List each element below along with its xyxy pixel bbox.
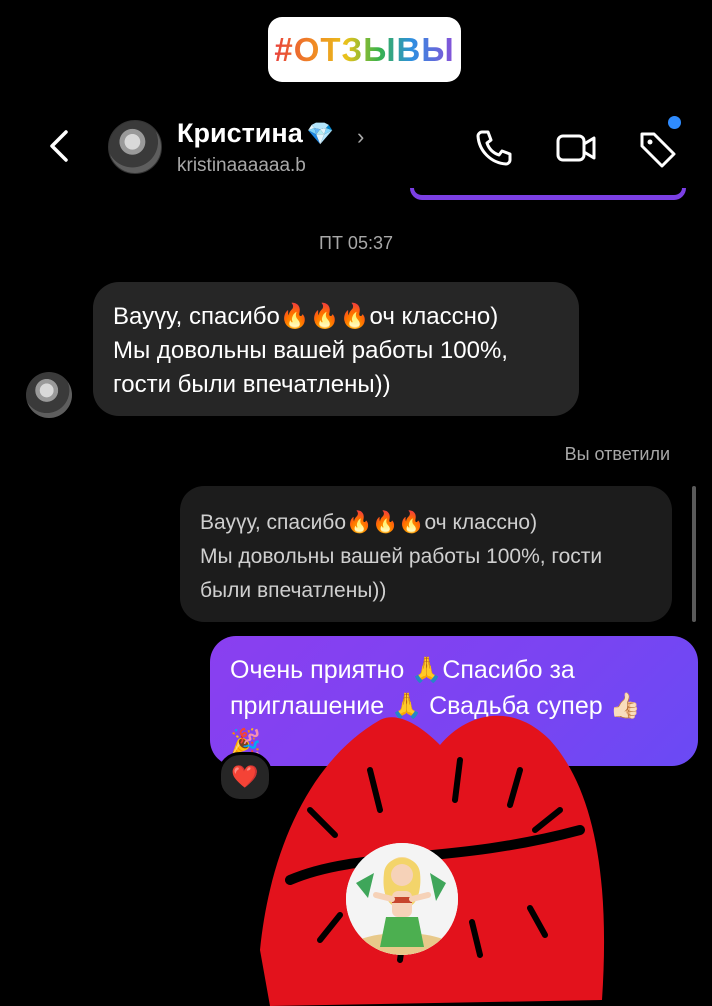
sender-avatar[interactable] xyxy=(26,372,72,418)
contact-username: kristinaaaaaa.b xyxy=(177,155,306,176)
message-text: Вауүу, спасибо xyxy=(113,303,280,330)
back-arrow-icon[interactable] xyxy=(44,126,76,166)
quote-line: Вауүу, спасибо🔥🔥🔥оч классно) xyxy=(200,506,652,540)
message-line: Мы довольны вашей работы 100%, xyxy=(113,337,508,364)
contact-name-text: Кристина xyxy=(177,118,303,148)
fire-emoji: 🔥🔥🔥 xyxy=(279,303,370,330)
fire-emoji: 🔥🔥🔥 xyxy=(346,511,425,534)
incoming-message[interactable]: Вауүу, спасибо🔥🔥🔥оч классно) Мы довольны… xyxy=(93,282,579,416)
quoted-message[interactable]: Вауүу, спасибо🔥🔥🔥оч классно) Мы довольны… xyxy=(180,486,672,622)
diamond-icon: 💎 xyxy=(306,120,335,146)
heart-reaction[interactable]: ❤️ xyxy=(218,752,272,802)
quote-text: Вауүу, спасибо xyxy=(200,511,347,534)
reply-label: Вы ответили xyxy=(564,444,670,464)
message-line: гости были впечатлены)) xyxy=(113,371,391,398)
unread-dot xyxy=(668,116,681,129)
contact-avatar[interactable] xyxy=(108,120,162,174)
message-line: Вауүу, спасибо🔥🔥🔥оч классно) xyxy=(113,300,559,334)
reply-indicator-bar xyxy=(692,486,696,622)
hashtag-sticker: #ОТЗЫВЫ xyxy=(268,17,461,82)
contact-name[interactable]: Кристина 💎 xyxy=(177,118,334,149)
video-call-icon[interactable] xyxy=(554,126,598,170)
phone-icon[interactable] xyxy=(472,126,516,170)
message-line: Очень приятно 🙏Спасибо за xyxy=(230,656,575,684)
message-timestamp: ПТ 05:37 xyxy=(319,233,393,253)
chevron-right-icon[interactable]: › xyxy=(357,124,364,150)
message-text: оч классно) xyxy=(369,303,499,330)
cartoon-girl-sticker xyxy=(346,843,458,955)
hashtag-text: #ОТЗЫВЫ xyxy=(274,30,455,68)
previous-message-edge xyxy=(410,188,686,200)
quote-line: Мы довольны вашей работы 100%, гости xyxy=(200,545,603,568)
tag-icon[interactable] xyxy=(636,126,680,170)
quote-line: были впечатлены)) xyxy=(200,579,387,602)
quote-text: оч классно) xyxy=(424,511,538,534)
